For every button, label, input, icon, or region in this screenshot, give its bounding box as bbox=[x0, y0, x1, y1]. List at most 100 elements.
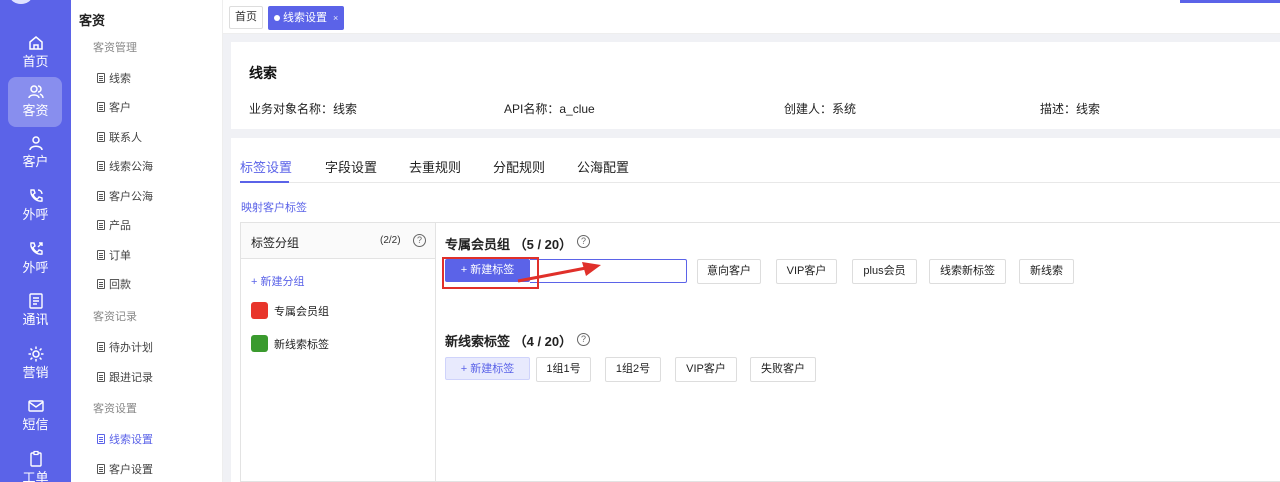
rail-label: 首页 bbox=[22, 54, 49, 69]
sidebar-item-followup[interactable]: 跟进记录 bbox=[97, 369, 153, 385]
tab-dedup-rules[interactable]: 去重规则 bbox=[409, 157, 461, 176]
document-icon bbox=[97, 464, 105, 474]
tag-groups-title: 标签分组 bbox=[251, 236, 300, 250]
document-icon bbox=[97, 220, 105, 230]
group-name: 新线索标签 bbox=[274, 338, 329, 351]
rail-item-tickets[interactable]: 工单 bbox=[0, 444, 71, 482]
tab-pool-config[interactable]: 公海配置 bbox=[577, 157, 629, 176]
add-group-button[interactable]: + 新建分组 bbox=[251, 273, 304, 289]
sidebar-item-lead-settings[interactable]: 线索设置 bbox=[97, 431, 153, 447]
rail-label: 通讯 bbox=[22, 312, 49, 327]
sidebar-item-leads[interactable]: 线索 bbox=[97, 70, 131, 86]
help-icon[interactable]: ? bbox=[413, 234, 426, 247]
rail-item-call[interactable]: 外呼 bbox=[0, 181, 71, 231]
document-icon bbox=[97, 132, 105, 142]
tag-chip[interactable]: 失败客户 bbox=[750, 357, 816, 382]
section-title-new-leads: 新线索标签 （4 / 20） bbox=[445, 334, 573, 349]
rail-item-call-out[interactable]: 外呼 bbox=[0, 234, 71, 284]
sidebar-item-label: 线索公海 bbox=[109, 161, 153, 173]
creator-field: 创建人：系统 bbox=[784, 102, 857, 116]
tag-chip[interactable]: 1组1号 bbox=[536, 357, 591, 382]
sidebar-item-contacts[interactable]: 联系人 bbox=[97, 129, 142, 145]
rail-label: 客户 bbox=[22, 154, 49, 169]
app-logo bbox=[10, 0, 32, 4]
group-item-vip[interactable]: 专属会员组 bbox=[251, 302, 329, 319]
sidebar-item-label: 订单 bbox=[109, 250, 131, 262]
sidebar-item-label: 待办计划 bbox=[109, 342, 153, 354]
tag-chip[interactable]: 1组2号 bbox=[605, 357, 661, 382]
tab-field-settings[interactable]: 字段设置 bbox=[325, 157, 377, 176]
sidebar-group-label: 客资管理 bbox=[93, 42, 137, 54]
document-icon bbox=[97, 73, 105, 83]
home-icon bbox=[28, 36, 43, 50]
sidebar-title: 客资 bbox=[79, 13, 106, 28]
rail-item-home[interactable]: 首页 bbox=[0, 28, 71, 78]
mail-icon bbox=[27, 400, 44, 412]
document-icon bbox=[97, 161, 105, 171]
sidebar-item-lead-pool[interactable]: 线索公海 bbox=[97, 158, 153, 174]
close-icon[interactable]: × bbox=[333, 6, 338, 30]
rail-label: 工单 bbox=[22, 470, 49, 482]
sidebar-group-label: 客资记录 bbox=[93, 311, 137, 323]
rail-item-customers[interactable]: 客户 bbox=[0, 128, 71, 178]
tag-chip[interactable]: 线索新标签 bbox=[929, 259, 1006, 284]
active-tab-indicator bbox=[240, 181, 289, 183]
document-icon bbox=[97, 102, 105, 112]
sidebar-group-label: 客资设置 bbox=[93, 403, 137, 415]
sidebar-item-customer-settings[interactable]: 客户设置 bbox=[97, 461, 153, 477]
rail-item-leads[interactable]: 客资 bbox=[0, 77, 71, 127]
group-item-new-leads[interactable]: 新线索标签 bbox=[251, 335, 329, 352]
rail-label: 营销 bbox=[22, 365, 49, 380]
tag-chip[interactable]: 新线索 bbox=[1019, 259, 1074, 284]
active-dot-icon bbox=[274, 15, 280, 21]
sidebar-item-orders[interactable]: 订单 bbox=[97, 247, 131, 263]
document-icon bbox=[97, 372, 105, 382]
rail-item-sms[interactable]: 短信 bbox=[0, 391, 71, 441]
tag-chip[interactable]: 意向客户 bbox=[697, 259, 761, 284]
map-customer-tags-link[interactable]: 映射客户标签 bbox=[241, 199, 307, 215]
sidebar-item-payments[interactable]: 回款 bbox=[97, 276, 131, 292]
tag-panel: 标签分组 (2/2) ? + 新建分组 专属会员组 新线索标签 专属会员组 （5… bbox=[240, 222, 1280, 482]
sidebar-item-products[interactable]: 产品 bbox=[97, 217, 131, 233]
sidebar-item-label: 客户 bbox=[109, 102, 131, 114]
contacts-icon bbox=[28, 293, 43, 309]
page-title: 线索 bbox=[249, 65, 277, 81]
person-icon bbox=[28, 136, 43, 151]
sidebar-item-label: 线索 bbox=[109, 73, 131, 85]
tab-lead-settings[interactable]: 线索设置 × bbox=[268, 6, 345, 30]
tag-chip[interactable]: VIP客户 bbox=[776, 259, 837, 284]
tab-divider bbox=[240, 182, 1280, 183]
rail-item-contacts[interactable]: 通讯 bbox=[0, 286, 71, 336]
document-icon bbox=[97, 434, 105, 444]
rail-label: 短信 bbox=[22, 417, 49, 432]
tab-home[interactable]: 首页 bbox=[229, 6, 263, 29]
document-icon bbox=[97, 342, 105, 352]
group-color-swatch bbox=[251, 335, 268, 352]
tag-chip[interactable]: VIP客户 bbox=[675, 357, 737, 382]
secondary-sidebar: 客资 客资管理 线索 客户 联系人 线索公海 客户公海 产品 订单 回款 客资记… bbox=[71, 0, 223, 482]
sidebar-item-label: 联系人 bbox=[109, 132, 142, 144]
section-title-vip: 专属会员组 （5 / 20） bbox=[445, 237, 573, 252]
help-icon[interactable]: ? bbox=[577, 235, 590, 248]
page-tab-strip: 首页 线索设置 × bbox=[223, 0, 1280, 34]
top-accent-bar bbox=[1180, 0, 1280, 3]
sidebar-item-label: 客户设置 bbox=[109, 464, 153, 476]
gear-icon bbox=[28, 346, 43, 362]
sidebar-item-customer-pool[interactable]: 客户公海 bbox=[97, 188, 153, 204]
users-icon bbox=[27, 85, 44, 99]
phone-icon bbox=[29, 189, 43, 202]
help-icon[interactable]: ? bbox=[577, 333, 590, 346]
tag-chip[interactable]: plus会员 bbox=[852, 259, 917, 284]
tab-label: 线索设置 bbox=[283, 12, 327, 24]
object-name-field: 业务对象名称：线索 bbox=[249, 102, 358, 116]
tag-groups-column: 标签分组 (2/2) ? + 新建分组 专属会员组 新线索标签 bbox=[241, 223, 436, 482]
sidebar-item-customers[interactable]: 客户 bbox=[97, 99, 131, 115]
tab-assign-rules[interactable]: 分配规则 bbox=[493, 157, 545, 176]
rail-label: 外呼 bbox=[22, 207, 49, 222]
sidebar-item-todo[interactable]: 待办计划 bbox=[97, 339, 153, 355]
tab-tag-settings[interactable]: 标签设置 bbox=[240, 157, 292, 176]
sidebar-item-label: 线索设置 bbox=[109, 434, 153, 446]
new-tag-button[interactable]: + 新建标签 bbox=[445, 357, 530, 380]
rail-item-marketing[interactable]: 营销 bbox=[0, 339, 71, 389]
group-color-swatch bbox=[251, 302, 268, 319]
